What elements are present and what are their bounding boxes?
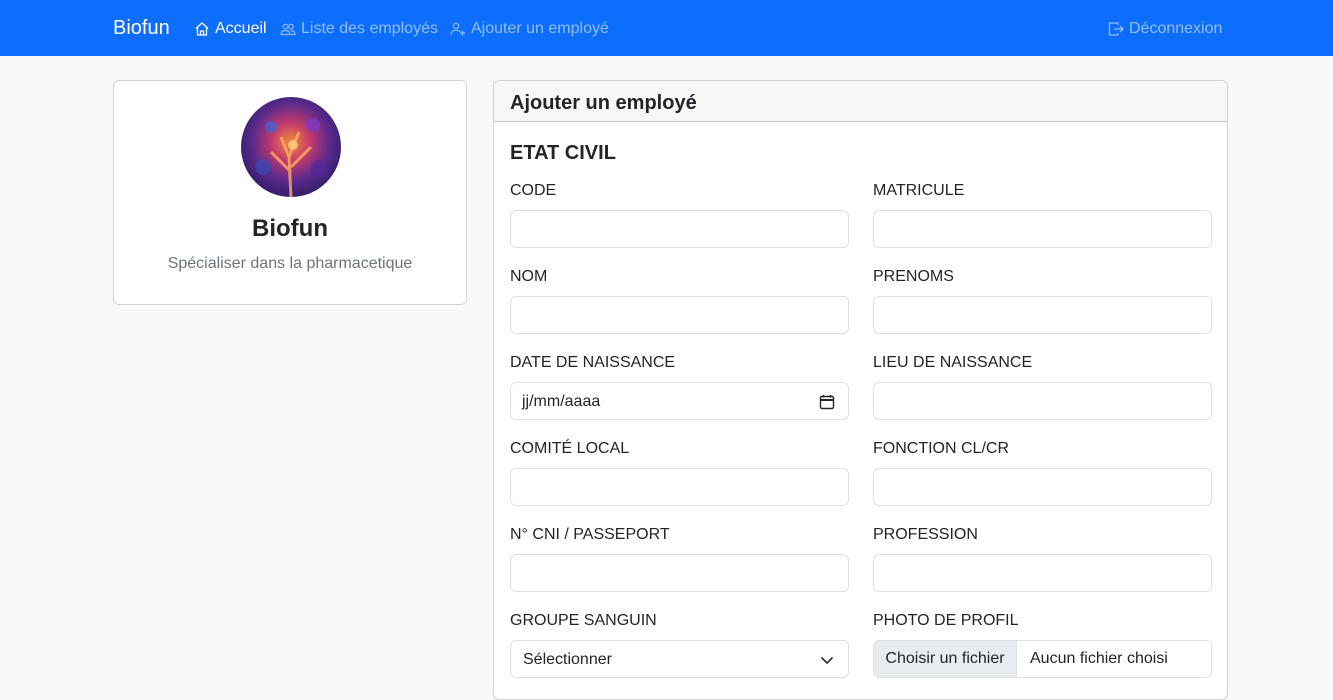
nav-link-accueil[interactable]: Accueil <box>194 18 267 40</box>
matricule-label: MATRICULE <box>873 182 965 199</box>
date-naissance-input[interactable]: jj/mm/aaaa <box>510 382 849 420</box>
logout-link[interactable]: Déconnexion <box>1108 18 1222 40</box>
prenoms-label: PRENOMS <box>873 268 954 285</box>
profession-input[interactable] <box>873 554 1212 592</box>
comite-local-input[interactable] <box>510 468 849 506</box>
lieu-naissance-input[interactable] <box>873 382 1212 420</box>
select-value: Sélectionner <box>523 651 612 668</box>
comite-local-label: COMITÉ LOCAL <box>510 440 630 457</box>
nav-link-label: Ajouter un employé <box>471 20 609 37</box>
prenoms-input[interactable] <box>873 296 1212 334</box>
add-employee-card: Ajouter un employé ETAT CIVIL CODE MATRI… <box>493 80 1228 700</box>
photo-label: PHOTO DE PROFIL <box>873 612 1019 629</box>
profile-description: Spécialiser dans la pharmacetique <box>167 255 413 272</box>
person-add-icon <box>450 22 465 36</box>
nav-link-label: Accueil <box>215 20 267 37</box>
section-title: ETAT CIVIL <box>510 142 616 164</box>
profession-label: PROFESSION <box>873 526 978 543</box>
chevron-down-icon <box>821 657 833 664</box>
file-name-text: Aucun fichier choisi <box>1030 650 1168 667</box>
logout-label: Déconnexion <box>1129 20 1223 37</box>
cni-label: N° CNI / PASSEPORT <box>510 526 670 543</box>
profile-card: Biofun Spécialiser dans la pharmacetique <box>113 80 467 305</box>
nav-link-label: Liste des employés <box>301 20 438 37</box>
date-placeholder: jj/mm/aaaa <box>522 393 601 410</box>
code-input[interactable] <box>510 210 849 248</box>
code-label: CODE <box>510 182 557 199</box>
nom-input[interactable] <box>510 296 849 334</box>
nom-label: NOM <box>510 268 548 285</box>
nav-link-liste-employes[interactable]: Liste des employés <box>280 18 438 40</box>
navbar-brand[interactable]: Biofun <box>113 15 170 41</box>
matricule-input[interactable] <box>873 210 1212 248</box>
people-icon <box>280 23 296 36</box>
profile-name: Biofun <box>252 215 328 242</box>
card-header-title: Ajouter un employé <box>510 92 697 114</box>
avatar-image <box>241 97 341 197</box>
calendar-icon[interactable] <box>819 394 835 410</box>
lieu-naissance-label: LIEU DE NAISSANCE <box>873 354 1033 371</box>
groupe-sanguin-select[interactable]: Sélectionner <box>510 640 849 678</box>
house-icon <box>195 22 209 36</box>
nav-link-ajouter-employe[interactable]: Ajouter un employé <box>450 18 609 40</box>
top-navbar: Biofun Accueil Liste des employés Ajoute… <box>0 0 1333 56</box>
box-arrow-right-icon <box>1108 22 1124 36</box>
choose-file-button[interactable]: Choisir un fichier <box>874 641 1017 677</box>
fonction-input[interactable] <box>873 468 1212 506</box>
date-naissance-label: DATE DE NAISSANCE <box>510 354 676 371</box>
photo-file-input[interactable]: Choisir un fichier Aucun fichier choisi <box>873 640 1212 678</box>
card-header: Ajouter un employé <box>494 81 1227 122</box>
groupe-sanguin-label: GROUPE SANGUIN <box>510 612 657 629</box>
avatar <box>241 97 341 197</box>
fonction-label: FONCTION CL/CR <box>873 440 1009 457</box>
cni-input[interactable] <box>510 554 849 592</box>
